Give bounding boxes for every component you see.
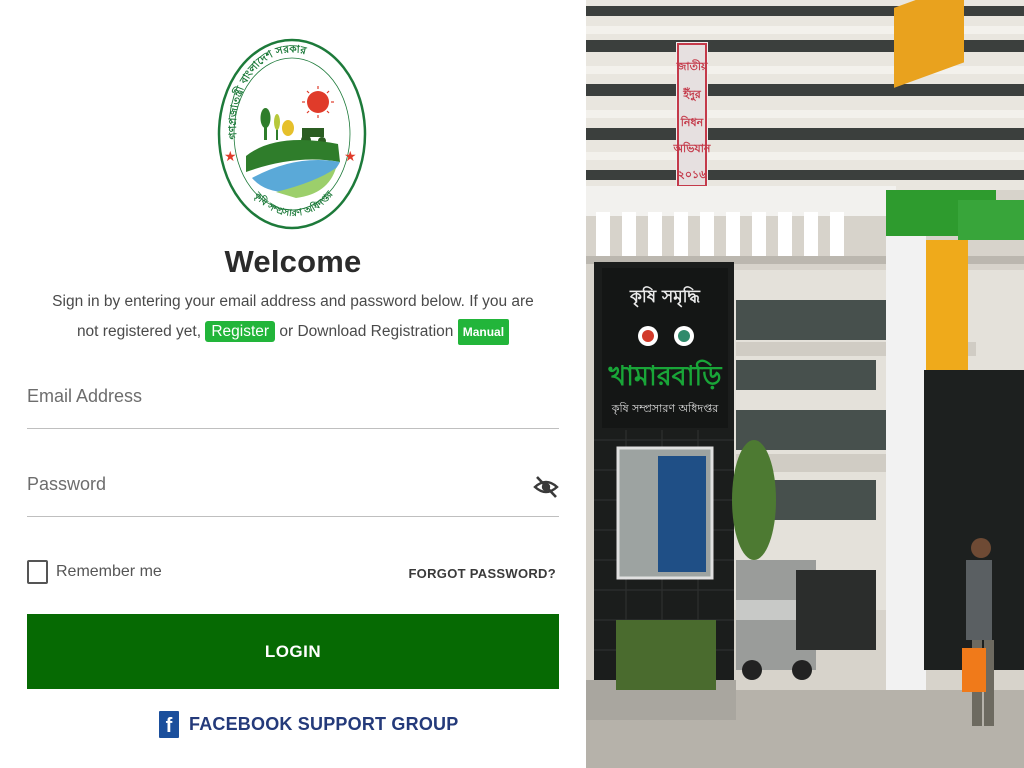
password-field-container	[27, 474, 559, 517]
facebook-support-link[interactable]: f FACEBOOK SUPPORT GROUP	[159, 711, 458, 738]
svg-text:★: ★	[344, 149, 357, 165]
forgot-password-link[interactable]: FORGOT PASSWORD?	[380, 566, 556, 581]
building-photo: জাতীয় ইঁদুর নিধন অভিযান ২০১৬ কৃষি সমৃদ্…	[586, 0, 1024, 768]
remember-me[interactable]: Remember me	[27, 560, 162, 584]
svg-text:ইঁদুর: ইঁদুর	[682, 87, 702, 102]
welcome-title: Welcome	[224, 244, 362, 279]
password-input[interactable]	[27, 474, 559, 495]
svg-text:২০১৬: ২০১৬	[678, 168, 707, 181]
login-panel: গণপ্রজাতন্ত্রী বাংলাদেশ সরকার কৃষি সম্প্…	[0, 0, 586, 768]
email-field-container	[27, 386, 559, 429]
manual-link[interactable]: Manual	[457, 319, 510, 345]
eye-slash-icon[interactable]	[533, 474, 559, 500]
subtitle-text-2: or Download Registration	[279, 323, 454, 340]
remember-me-label: Remember me	[56, 563, 162, 580]
svg-text:অভিযান: অভিযান	[673, 141, 711, 155]
login-button[interactable]: LOGIN	[27, 614, 559, 689]
government-seal-logo: গণপ্রজাতন্ত্রী বাংলাদেশ সরকার কৃষি সম্প্…	[217, 38, 367, 230]
facebook-icon: f	[159, 711, 179, 738]
building-photo-panel: জাতীয় ইঁদুর নিধন অভিযান ২০১৬ কৃষি সমৃদ্…	[586, 0, 1024, 768]
svg-text:জাতীয়: জাতীয়	[676, 59, 708, 73]
welcome-subtitle: Sign in by entering your email address a…	[40, 287, 546, 347]
remember-me-checkbox[interactable]	[27, 560, 48, 584]
email-input[interactable]	[27, 386, 559, 407]
svg-text:কৃষি সম্প্রসারণ অধিদপ্তর: কৃষি সম্প্রসারণ অধিদপ্তর	[611, 402, 719, 415]
svg-text:কৃষি সমৃদ্ধি: কৃষি সমৃদ্ধি	[629, 285, 702, 308]
svg-text:খামারবাড়ি: খামারবাড়ি	[607, 359, 723, 392]
svg-text:★: ★	[224, 149, 237, 165]
facebook-support-label: FACEBOOK SUPPORT GROUP	[189, 714, 459, 734]
svg-text:নিধন: নিধন	[680, 115, 704, 129]
register-link[interactable]: Register	[205, 321, 276, 342]
